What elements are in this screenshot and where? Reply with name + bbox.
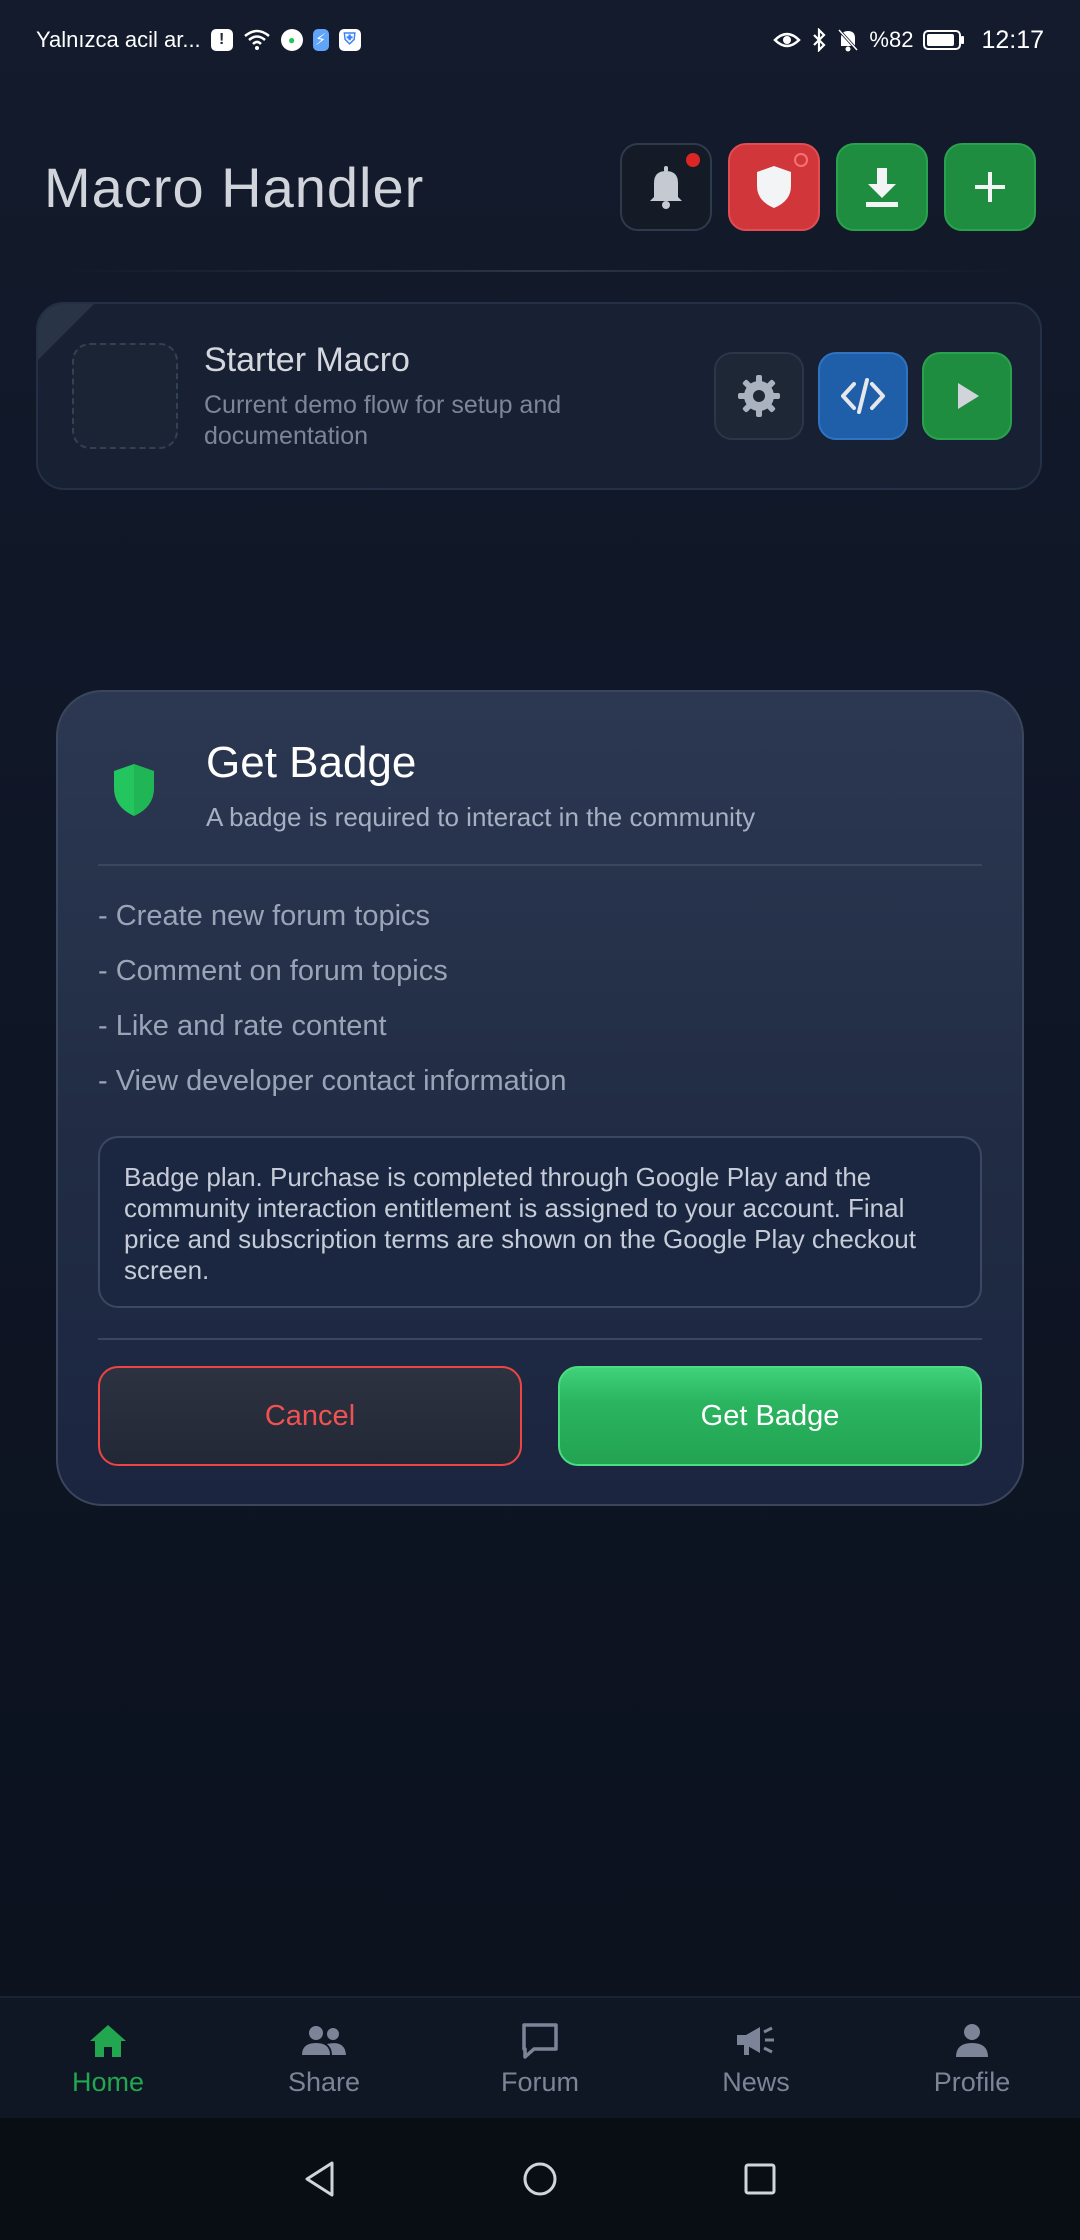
get-badge-dialog: Get Badge A badge is required to interac… [56, 690, 1024, 1506]
android-icon: ● [280, 29, 303, 51]
macro-title: Starter Macro [204, 340, 410, 379]
clock: 12:17 [981, 25, 1044, 54]
plus-icon [975, 172, 1005, 202]
app-title: Macro Handler [44, 155, 425, 219]
macro-settings-button[interactable] [714, 352, 804, 440]
macro-actions [714, 352, 1012, 440]
macro-card[interactable]: Starter Macro Current demo flow for setu… [36, 302, 1042, 490]
header-divider [60, 270, 1020, 272]
dialog-actions: Cancel Get Badge [98, 1366, 982, 1466]
status-right: %82 12:17 [773, 26, 1044, 55]
feature-item: - Like and rate content [98, 1010, 387, 1042]
vpn-shield-icon: ⛨ [338, 29, 361, 51]
gear-icon [738, 375, 780, 417]
get-badge-button[interactable]: Get Badge [558, 1366, 982, 1466]
card-corner-decoration [38, 304, 94, 360]
notifications-button[interactable] [620, 143, 712, 231]
eye-icon [773, 32, 802, 48]
wifi-icon [243, 29, 270, 50]
badge-indicator [794, 153, 808, 167]
notification-badge [686, 153, 700, 167]
dialog-subtitle: A badge is required to interact in the c… [206, 802, 756, 832]
battery-saver-icon: ⚡ [312, 29, 329, 51]
nav-label: Forum [500, 2066, 579, 2097]
dialog-title: Get Badge [206, 738, 417, 787]
alert-icon: ! [210, 29, 233, 51]
dialog-divider [98, 864, 982, 866]
mute-bell-icon [838, 28, 859, 52]
back-triangle-icon [305, 2161, 334, 2197]
back-button[interactable] [290, 2149, 350, 2209]
bell-icon [650, 166, 682, 209]
badge-plan-info: Badge plan. Purchase is completed throug… [98, 1136, 982, 1308]
nav-label: Share [287, 2066, 361, 2097]
badge-button[interactable] [728, 143, 820, 231]
code-icon [841, 378, 885, 414]
download-icon [866, 168, 898, 207]
nav-label: Home [71, 2066, 145, 2097]
recents-button[interactable] [730, 2149, 790, 2209]
macro-code-button[interactable] [818, 352, 908, 440]
macro-subtitle: Current demo flow for setup and document… [204, 390, 562, 450]
status-left: Yalnızca acil ar... ! ● ⚡ ⛨ [36, 27, 361, 53]
home-system-button[interactable] [510, 2149, 570, 2209]
nav-item-news[interactable]: News [648, 1997, 864, 2119]
feature-list: - Create new forum topics - Comment on f… [98, 896, 982, 1116]
nav-label: News [722, 2066, 790, 2097]
system-navigation [0, 2118, 1080, 2240]
feature-item: - Create new forum topics [98, 900, 431, 932]
bluetooth-icon [813, 28, 826, 52]
home-circle-icon [523, 2162, 557, 2196]
shield-icon [114, 764, 154, 816]
macro-info: Starter Macro Current demo flow for setu… [204, 341, 714, 452]
chat-bubble-icon [522, 2022, 558, 2059]
shield-icon [757, 166, 791, 208]
macro-run-button[interactable] [922, 352, 1012, 440]
dialog-divider [98, 1338, 982, 1340]
status-bar: Yalnızca acil ar... ! ● ⚡ ⛨ %82 12:17 [0, 0, 1080, 80]
feature-item: - Comment on forum topics [98, 955, 448, 987]
nav-item-profile[interactable]: Profile [864, 1997, 1080, 2119]
play-icon [958, 383, 979, 409]
app-header: Macro Handler [0, 140, 1080, 234]
download-button[interactable] [836, 143, 928, 231]
carrier-text: Yalnızca acil ar... [36, 27, 201, 52]
people-icon [302, 2025, 346, 2055]
dialog-header: Get Badge A badge is required to interac… [98, 738, 982, 842]
dialog-titles: Get Badge A badge is required to interac… [206, 738, 755, 833]
battery-icon [923, 30, 965, 50]
feature-item: - View developer contact information [98, 1065, 567, 1097]
nav-item-forum[interactable]: Forum [432, 1997, 648, 2119]
nav-item-share[interactable]: Share [216, 1997, 432, 2119]
add-macro-button[interactable] [944, 143, 1036, 231]
recents-square-icon [744, 2163, 776, 2195]
nav-label: Profile [933, 2066, 1011, 2097]
person-icon [956, 2023, 988, 2057]
cancel-button[interactable]: Cancel [98, 1366, 522, 1466]
bottom-navigation: Home Share Forum News Profile [0, 1996, 1080, 2118]
nav-item-home[interactable]: Home [0, 1997, 216, 2119]
battery-percent: %82 [869, 27, 914, 52]
megaphone-icon [737, 2026, 774, 2055]
home-icon [90, 2024, 126, 2057]
